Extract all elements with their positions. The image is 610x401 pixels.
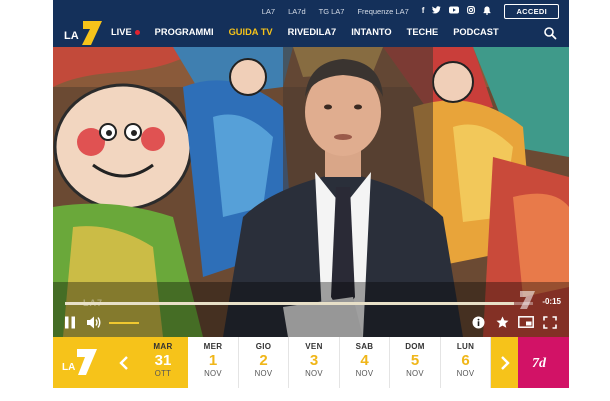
chevron-right-icon	[500, 355, 510, 370]
facebook-icon[interactable]: f	[422, 7, 425, 15]
top-bar: LA7 LA7d TG LA7 Frequenze LA7 f ACCEDI	[262, 3, 559, 19]
day-name: VEN	[305, 342, 323, 351]
page: LA7 LA7d TG LA7 Frequenze LA7 f ACCEDI L…	[0, 0, 610, 401]
video-frame	[53, 47, 569, 337]
day-name: LUN	[456, 342, 475, 351]
day-tab[interactable]: GIO 2 NOV	[238, 337, 290, 388]
la7-watermark-logo	[510, 290, 536, 310]
volume-level	[109, 322, 135, 324]
la7-logo[interactable]: LA	[63, 20, 103, 46]
day-month: NOV	[456, 369, 475, 378]
channel-logo[interactable]: LA	[53, 337, 111, 388]
day-number: 5	[410, 352, 420, 369]
live-dot-icon	[134, 29, 140, 35]
site-header: LA7 LA7d TG LA7 Frequenze LA7 f ACCEDI L…	[53, 0, 569, 47]
day-number: 6	[461, 352, 470, 369]
day-name: SAB	[355, 342, 374, 351]
day-month: OTT	[154, 369, 172, 378]
day-name: MER	[203, 342, 223, 351]
day-number: 4	[360, 352, 369, 369]
day-tab-today[interactable]: MAR 31 OTT	[137, 337, 189, 388]
day-tab[interactable]: SAB 4 NOV	[339, 337, 391, 388]
nav-item-intanto[interactable]: INTANTO	[351, 27, 391, 37]
day-month: NOV	[305, 369, 323, 378]
nav-item-teche[interactable]: TECHE	[407, 27, 439, 37]
volume-slider[interactable]	[109, 322, 139, 324]
day-tab[interactable]: DOM 5 NOV	[390, 337, 441, 388]
video-player[interactable]: LA7	[53, 47, 569, 337]
nav-item-live[interactable]: LIVE	[111, 27, 140, 37]
day-name: MAR	[153, 342, 173, 351]
volume-button[interactable]	[86, 315, 102, 329]
logo-text: LA	[64, 30, 79, 42]
top-link-la7d[interactable]: LA7d	[288, 7, 306, 16]
channel-logo-text: LA	[62, 362, 75, 373]
nav-item-guida-tv[interactable]: GUIDA TV	[229, 27, 273, 37]
main-nav: LIVE PROGRAMMI GUIDA TV RIVEDILA7 INTANT…	[111, 27, 514, 37]
youtube-icon[interactable]	[449, 6, 460, 16]
favorite-button[interactable]	[495, 315, 509, 329]
login-button[interactable]: ACCEDI	[504, 3, 559, 19]
info-button[interactable]	[471, 315, 485, 329]
instagram-icon[interactable]	[467, 6, 476, 16]
pause-button[interactable]	[63, 315, 77, 329]
day-name: DOM	[405, 342, 425, 351]
next-day-button[interactable]	[491, 337, 518, 388]
la7d-channel-logo[interactable]: 7d	[517, 337, 569, 388]
day-tab[interactable]: VEN 3 NOV	[289, 337, 340, 388]
nav-item-podcast[interactable]: PODCAST	[453, 27, 498, 37]
day-number: 1	[208, 352, 218, 369]
day-month: NOV	[406, 369, 424, 378]
nav-item-rivedila7[interactable]: RIVEDILA7	[288, 27, 337, 37]
day-month: NOV	[355, 369, 374, 378]
prev-day-button[interactable]	[111, 337, 138, 388]
top-link-la7[interactable]: LA7	[262, 7, 275, 16]
left-margin	[0, 0, 53, 401]
day-number: 3	[309, 352, 319, 369]
la7d-logo-text: 7d	[532, 356, 547, 371]
day-number: 2	[259, 352, 268, 369]
top-link-tgla7[interactable]: TG LA7	[319, 7, 345, 16]
time-remaining: -0:15	[542, 297, 561, 306]
nav-item-programmi[interactable]: PROGRAMMI	[155, 27, 214, 37]
progress-bar[interactable]	[65, 302, 533, 305]
day-tab[interactable]: MER 1 NOV	[188, 337, 239, 388]
day-month: NOV	[254, 369, 273, 378]
top-link-frequenze[interactable]: Frequenze LA7	[357, 7, 408, 16]
info-icon	[472, 316, 484, 328]
day-number: 31	[154, 352, 172, 369]
pause-icon	[65, 316, 75, 328]
day-tab[interactable]: LUN 6 NOV	[440, 337, 492, 388]
fullscreen-button[interactable]	[542, 315, 558, 329]
bell-icon[interactable]	[483, 6, 491, 17]
chevron-left-icon	[119, 355, 129, 370]
twitter-icon[interactable]	[432, 6, 442, 16]
star-icon	[496, 316, 508, 328]
day-month: NOV	[204, 369, 222, 378]
schedule-bar: LA MAR 31 OTT MER 1 NOV GIO 2 NOV VEN 3 …	[53, 337, 569, 388]
day-name: GIO	[255, 342, 272, 351]
progress-fill	[65, 302, 515, 305]
search-icon[interactable]	[543, 26, 557, 40]
picture-in-picture-button[interactable]	[518, 315, 534, 329]
social-links: f	[422, 6, 492, 17]
content-wrapper: LA7 LA7d TG LA7 Frequenze LA7 f ACCEDI L…	[53, 0, 569, 401]
picture-in-picture-icon	[518, 316, 534, 328]
fullscreen-icon	[543, 315, 557, 329]
volume-icon	[87, 316, 101, 328]
nav-live-label: LIVE	[111, 27, 132, 37]
